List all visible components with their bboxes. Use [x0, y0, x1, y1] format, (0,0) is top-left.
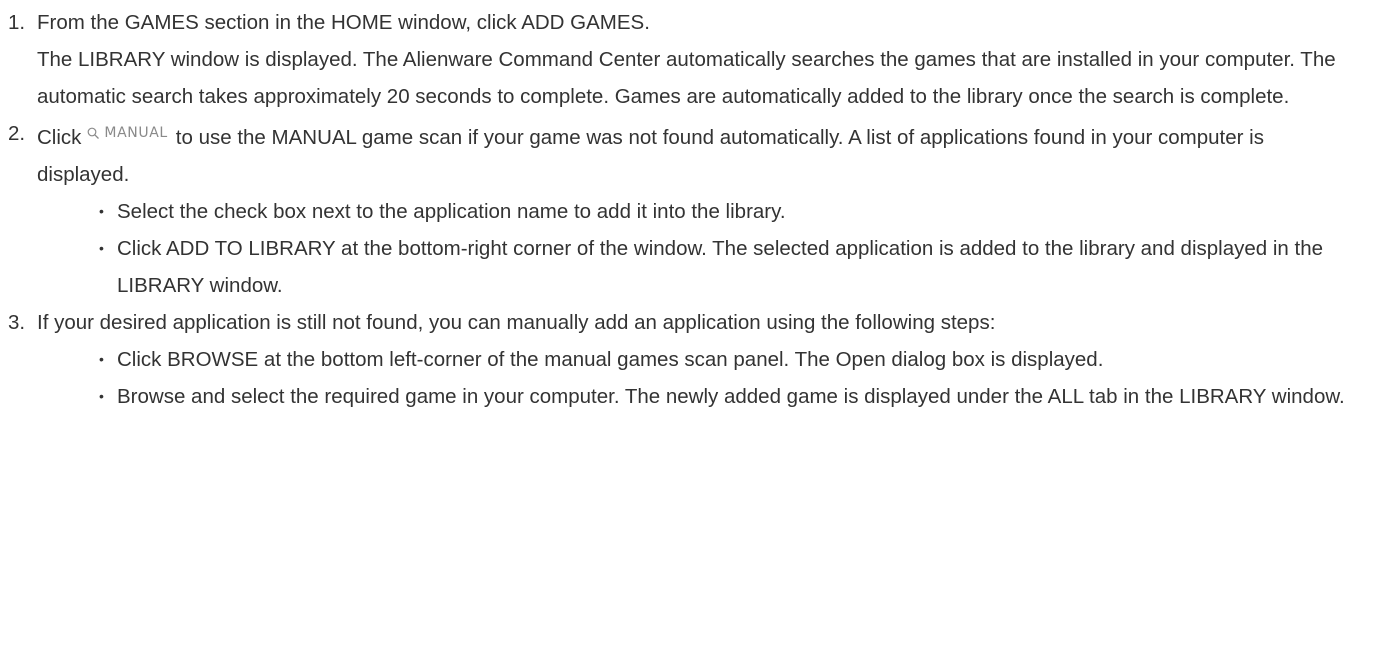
- step-3: 3. If your desired application is still …: [8, 304, 1385, 415]
- step-1-instruction: From the GAMES section in the HOME windo…: [37, 11, 650, 34]
- step-1: 1. From the GAMES section in the HOME wi…: [8, 4, 1385, 115]
- step-2-bullets: • Select the check box next to the appli…: [37, 193, 1385, 304]
- step-2-text-before: Click: [37, 126, 82, 149]
- manual-scan-button[interactable]: MANUAL: [87, 115, 167, 152]
- list-item: • Select the check box next to the appli…: [99, 193, 1385, 230]
- step-1-result: The LIBRARY window is displayed. The Ali…: [37, 48, 1336, 108]
- bullet-text: Click BROWSE at the bottom left-corner o…: [117, 348, 1104, 371]
- step-2-text-after: to use the MANUAL game scan if your game…: [37, 126, 1264, 186]
- list-item: • Click BROWSE at the bottom left-corner…: [99, 341, 1385, 378]
- bullet-marker: •: [99, 351, 104, 367]
- step-number: 2.: [8, 122, 26, 145]
- list-item: • Browse and select the required game in…: [99, 378, 1385, 415]
- bullet-marker: •: [99, 240, 104, 256]
- search-icon: [88, 127, 100, 139]
- steps-list: 1. From the GAMES section in the HOME wi…: [0, 4, 1385, 415]
- manual-button-label: MANUAL: [104, 125, 168, 141]
- step-number: 1.: [8, 11, 26, 34]
- step-3-bullets: • Click BROWSE at the bottom left-corner…: [37, 341, 1385, 415]
- step-3-instruction: If your desired application is still not…: [37, 311, 996, 334]
- bullet-text: Click ADD TO LIBRARY at the bottom-right…: [117, 237, 1323, 297]
- instructions-document: 1. From the GAMES section in the HOME wi…: [0, 0, 1385, 415]
- bullet-text: Select the check box next to the applica…: [117, 200, 786, 223]
- step-number: 3.: [8, 311, 26, 334]
- bullet-marker: •: [99, 203, 104, 219]
- bullet-text: Browse and select the required game in y…: [117, 385, 1345, 408]
- step-2-instruction: Click MANUAL to use the MANUAL game scan i…: [37, 115, 1385, 193]
- list-item: • Click ADD TO LIBRARY at the bottom-rig…: [99, 230, 1385, 304]
- step-2: 2. Click MANUAL to use the MANUAL game sca…: [8, 115, 1385, 304]
- bullet-marker: •: [99, 388, 104, 404]
